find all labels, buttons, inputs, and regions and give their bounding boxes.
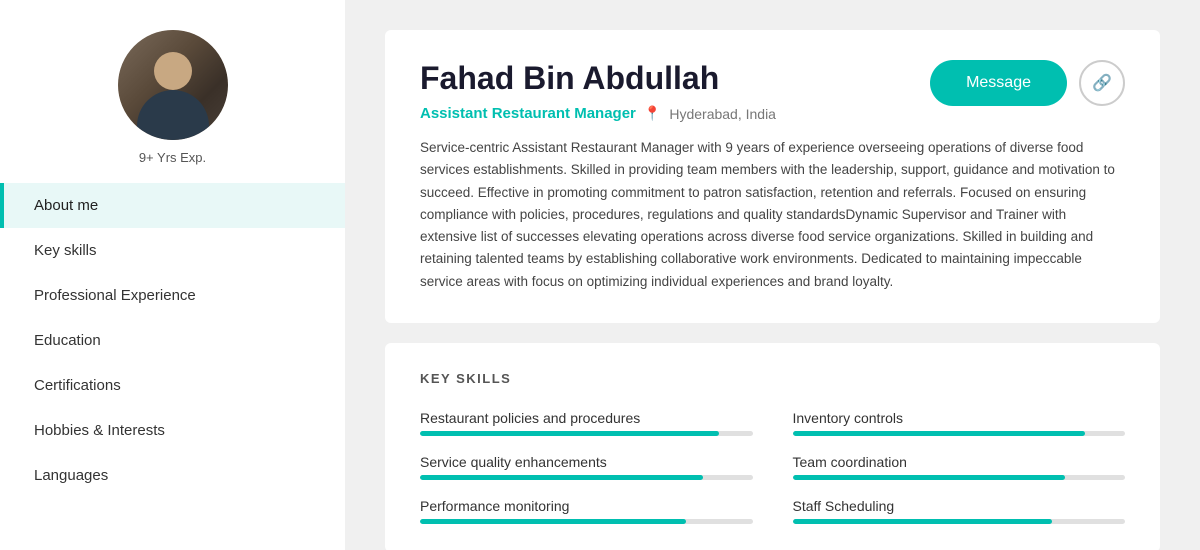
avatar — [118, 30, 228, 140]
navigation-menu: About meKey skillsProfessional Experienc… — [0, 183, 345, 498]
location-pin-icon: 📍 — [644, 105, 661, 122]
page-container: 9+ Yrs Exp. About meKey skillsProfession… — [0, 0, 1200, 550]
profile-top-row: Fahad Bin Abdullah Assistant Restaurant … — [420, 60, 1125, 122]
skill-bar-background — [793, 519, 1126, 524]
skill-bar-fill — [793, 475, 1066, 480]
skill-bar-fill — [420, 519, 686, 524]
candidate-name: Fahad Bin Abdullah — [420, 60, 776, 97]
skill-item: Team coordination — [793, 454, 1126, 480]
skill-item: Staff Scheduling — [793, 498, 1126, 524]
share-button[interactable]: 🔗 — [1079, 60, 1125, 106]
skill-item: Restaurant policies and procedures — [420, 410, 753, 436]
message-button[interactable]: Message — [930, 60, 1067, 106]
sidebar-item-key-skills[interactable]: Key skills — [0, 228, 345, 273]
profile-title-area: Fahad Bin Abdullah Assistant Restaurant … — [420, 60, 776, 122]
skill-name: Inventory controls — [793, 410, 1126, 426]
profile-header-card: Fahad Bin Abdullah Assistant Restaurant … — [385, 30, 1160, 323]
skill-name: Restaurant policies and procedures — [420, 410, 753, 426]
job-title: Assistant Restaurant Manager — [420, 105, 636, 122]
sidebar-item-professional-experience[interactable]: Professional Experience — [0, 273, 345, 318]
skill-bar-background — [420, 519, 753, 524]
skill-bar-fill — [420, 475, 703, 480]
profile-actions: Message 🔗 — [930, 60, 1125, 106]
location-text: Hyderabad, India — [669, 106, 776, 122]
skill-name: Performance monitoring — [420, 498, 753, 514]
skill-bar-background — [420, 475, 753, 480]
sidebar-item-education[interactable]: Education — [0, 318, 345, 363]
subtitle-row: Assistant Restaurant Manager 📍 Hyderabad… — [420, 105, 776, 122]
experience-label: 9+ Yrs Exp. — [139, 150, 206, 165]
skill-name: Staff Scheduling — [793, 498, 1126, 514]
share-icon: 🔗 — [1092, 73, 1112, 93]
about-text: Service-centric Assistant Restaurant Man… — [420, 137, 1125, 293]
skill-bar-fill — [793, 519, 1052, 524]
skill-bar-fill — [793, 431, 1086, 436]
skill-bar-background — [793, 431, 1126, 436]
skill-bar-fill — [420, 431, 719, 436]
sidebar: 9+ Yrs Exp. About meKey skillsProfession… — [0, 0, 345, 550]
sidebar-item-about-me[interactable]: About me — [0, 183, 345, 228]
skill-name: Service quality enhancements — [420, 454, 753, 470]
skills-grid: Restaurant policies and procedures Inven… — [420, 410, 1125, 524]
skill-bar-background — [420, 431, 753, 436]
skill-item: Inventory controls — [793, 410, 1126, 436]
skill-name: Team coordination — [793, 454, 1126, 470]
skills-section-card: KEY SKILLS Restaurant policies and proce… — [385, 343, 1160, 550]
avatar-image — [118, 30, 228, 140]
skill-item: Performance monitoring — [420, 498, 753, 524]
sidebar-item-certifications[interactable]: Certifications — [0, 363, 345, 408]
skill-bar-background — [793, 475, 1126, 480]
main-content: Fahad Bin Abdullah Assistant Restaurant … — [345, 0, 1200, 550]
sidebar-item-languages[interactable]: Languages — [0, 453, 345, 498]
skills-heading: KEY SKILLS — [420, 371, 1125, 386]
skill-item: Service quality enhancements — [420, 454, 753, 480]
sidebar-item-hobbies-interests[interactable]: Hobbies & Interests — [0, 408, 345, 453]
